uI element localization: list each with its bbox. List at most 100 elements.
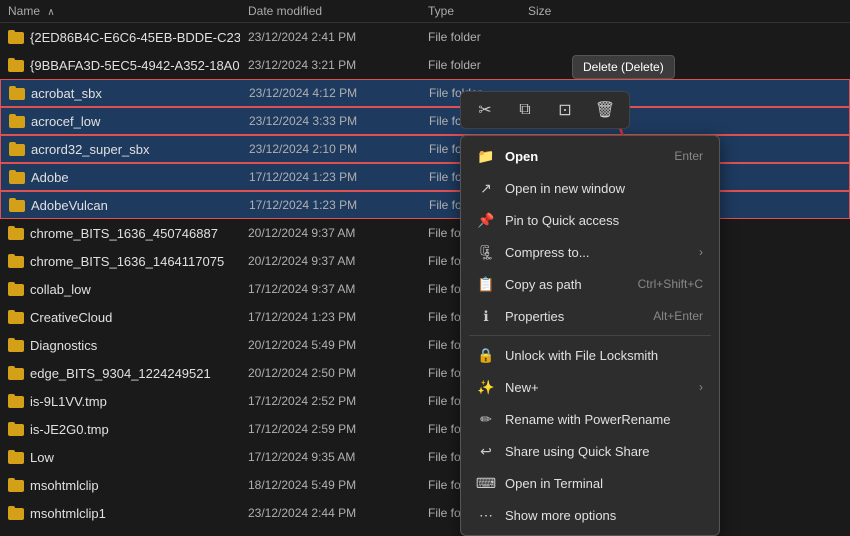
menu-label-compress: Compress to...: [505, 245, 689, 260]
menu-icon-new-plus: ✨: [477, 378, 495, 396]
file-name: {9BBAFA3D-5EC5-4942-A352-18A03A8A…: [0, 58, 240, 73]
menu-item-pin-quick-access[interactable]: 📌 Pin to Quick access: [461, 204, 719, 236]
menu-shortcut-copy-path: Ctrl+Shift+C: [638, 277, 703, 291]
file-date: 17/12/2024 1:23 PM: [241, 170, 421, 184]
menu-icon-copy-path: 📋: [477, 275, 495, 293]
folder-icon: [8, 478, 24, 492]
folder-icon: [9, 114, 25, 128]
file-name: msohtmlclip1: [0, 506, 240, 521]
folder-icon: [8, 58, 24, 72]
file-name: Diagnostics: [0, 338, 240, 353]
menu-item-open-terminal[interactable]: ⌨ Open in Terminal: [461, 467, 719, 499]
header-size[interactable]: Size: [520, 4, 600, 18]
table-row[interactable]: acrocef_low 23/12/2024 3:33 PM File fold…: [0, 107, 850, 135]
file-type: File folder: [420, 30, 520, 44]
file-date: 23/12/2024 2:44 PM: [240, 506, 420, 520]
file-name: AdobeVulcan: [1, 198, 241, 213]
folder-icon: [8, 310, 24, 324]
folder-icon: [8, 338, 24, 352]
copy-icon[interactable]: ⧉: [513, 98, 537, 122]
quick-action-bar: ✂ ⧉ ⊡ 🗑: [460, 91, 630, 129]
file-name: acrobat_sbx: [1, 86, 241, 101]
folder-icon: [8, 366, 24, 380]
menu-item-rename-powerrename[interactable]: ✏ Rename with PowerRename: [461, 403, 719, 435]
table-row[interactable]: Diagnostics 20/12/2024 5:49 PM File fold…: [0, 331, 850, 359]
menu-label-share-quickshare: Share using Quick Share: [505, 444, 703, 459]
menu-label-copy-path: Copy as path: [505, 277, 628, 292]
table-row[interactable]: acrobat_sbx 23/12/2024 4:12 PM File fold…: [0, 79, 850, 107]
table-row[interactable]: chrome_BITS_1636_450746887 20/12/2024 9:…: [0, 219, 850, 247]
menu-item-share-quickshare[interactable]: ↩ Share using Quick Share: [461, 435, 719, 467]
menu-item-new-plus[interactable]: ✨ New+ ›: [461, 371, 719, 403]
menu-item-unlock-locksmith[interactable]: 🔒 Unlock with File Locksmith: [461, 339, 719, 371]
menu-label-open-new-window: Open in new window: [505, 181, 703, 196]
table-row[interactable]: Adobe 17/12/2024 1:23 PM File folder: [0, 163, 850, 191]
folder-icon: [8, 394, 24, 408]
file-type: File folder: [420, 58, 520, 72]
table-row[interactable]: is-JE2G0.tmp 17/12/2024 2:59 PM File fol…: [0, 415, 850, 443]
menu-item-open[interactable]: 📁 Open Enter: [461, 140, 719, 172]
file-name: is-JE2G0.tmp: [0, 422, 240, 437]
folder-icon: [8, 30, 24, 44]
menu-item-open-new-window[interactable]: ↗ Open in new window: [461, 172, 719, 204]
menu-label-open: Open: [505, 149, 664, 164]
table-row[interactable]: edge_BITS_9304_1224249521 20/12/2024 2:5…: [0, 359, 850, 387]
menu-icon-compress: 🗜: [477, 243, 495, 261]
table-row[interactable]: collab_low 17/12/2024 9:37 AM File folde…: [0, 275, 850, 303]
header-date[interactable]: Date modified: [240, 4, 420, 18]
menu-arrow-new-plus: ›: [699, 380, 703, 394]
delete-icon[interactable]: 🗑: [593, 98, 617, 122]
menu-label-open-terminal: Open in Terminal: [505, 476, 703, 491]
file-date: 20/12/2024 5:49 PM: [240, 338, 420, 352]
cut-icon[interactable]: ✂: [473, 98, 497, 122]
header-name[interactable]: Name ∧: [0, 4, 240, 18]
file-date: 17/12/2024 2:59 PM: [240, 422, 420, 436]
file-date: 23/12/2024 3:33 PM: [241, 114, 421, 128]
folder-icon: [8, 282, 24, 296]
table-row[interactable]: msohtmlclip1 23/12/2024 2:44 PM File fol…: [0, 499, 850, 527]
menu-item-compress[interactable]: 🗜 Compress to... ›: [461, 236, 719, 268]
menu-icon-open-new-window: ↗: [477, 179, 495, 197]
table-row[interactable]: is-9L1VV.tmp 17/12/2024 2:52 PM File fol…: [0, 387, 850, 415]
menu-shortcut-properties: Alt+Enter: [653, 309, 703, 323]
menu-item-show-more[interactable]: ⋯ Show more options: [461, 499, 719, 531]
folder-icon: [8, 254, 24, 268]
table-row[interactable]: {9BBAFA3D-5EC5-4942-A352-18A03A8A… 23/12…: [0, 51, 850, 79]
table-row[interactable]: msohtmlclip 18/12/2024 5:49 PM File fold…: [0, 471, 850, 499]
file-name: is-9L1VV.tmp: [0, 394, 240, 409]
file-name: collab_low: [0, 282, 240, 297]
menu-arrow-compress: ›: [699, 245, 703, 259]
menu-icon-properties: ℹ: [477, 307, 495, 325]
menu-icon-open: 📁: [477, 147, 495, 165]
file-name: CreativeCloud: [0, 310, 240, 325]
file-date: 17/12/2024 1:23 PM: [241, 198, 421, 212]
header-type[interactable]: Type: [420, 4, 520, 18]
paste-icon[interactable]: ⊡: [553, 98, 577, 122]
table-row[interactable]: NGL 20/12/2024 2:49 PM File folder: [0, 527, 850, 532]
table-row[interactable]: AdobeVulcan 17/12/2024 1:23 PM File fold…: [0, 191, 850, 219]
file-date: 17/12/2024 9:37 AM: [240, 282, 420, 296]
file-date: 23/12/2024 4:12 PM: [241, 86, 421, 100]
file-name: chrome_BITS_1636_1464117075: [0, 254, 240, 269]
context-menu: 📁 Open Enter ↗ Open in new window 📌 Pin …: [460, 135, 720, 536]
file-date: 23/12/2024 2:10 PM: [241, 142, 421, 156]
table-row[interactable]: acrord32_super_sbx 23/12/2024 2:10 PM Fi…: [0, 135, 850, 163]
file-list-header: Name ∧ Date modified Type Size: [0, 0, 850, 23]
table-row[interactable]: {2ED86B4C-E6C6-45EB-BDDE-C23BCD85… 23/12…: [0, 23, 850, 51]
table-row[interactable]: CreativeCloud 17/12/2024 1:23 PM File fo…: [0, 303, 850, 331]
file-date: 17/12/2024 2:52 PM: [240, 394, 420, 408]
file-date: 23/12/2024 3:21 PM: [240, 58, 420, 72]
menu-label-pin-quick-access: Pin to Quick access: [505, 213, 703, 228]
file-name: {2ED86B4C-E6C6-45EB-BDDE-C23BCD85…: [0, 30, 240, 45]
menu-item-copy-path[interactable]: 📋 Copy as path Ctrl+Shift+C: [461, 268, 719, 300]
table-row[interactable]: Low 17/12/2024 9:35 AM File folder: [0, 443, 850, 471]
menu-item-properties[interactable]: ℹ Properties Alt+Enter: [461, 300, 719, 332]
file-date: 17/12/2024 1:23 PM: [240, 310, 420, 324]
folder-icon: [8, 226, 24, 240]
folder-icon: [8, 422, 24, 436]
file-date: 20/12/2024 9:37 AM: [240, 254, 420, 268]
file-name: edge_BITS_9304_1224249521: [0, 366, 240, 381]
file-name: acrocef_low: [1, 114, 241, 129]
table-row[interactable]: chrome_BITS_1636_1464117075 20/12/2024 9…: [0, 247, 850, 275]
file-name: chrome_BITS_1636_450746887: [0, 226, 240, 241]
